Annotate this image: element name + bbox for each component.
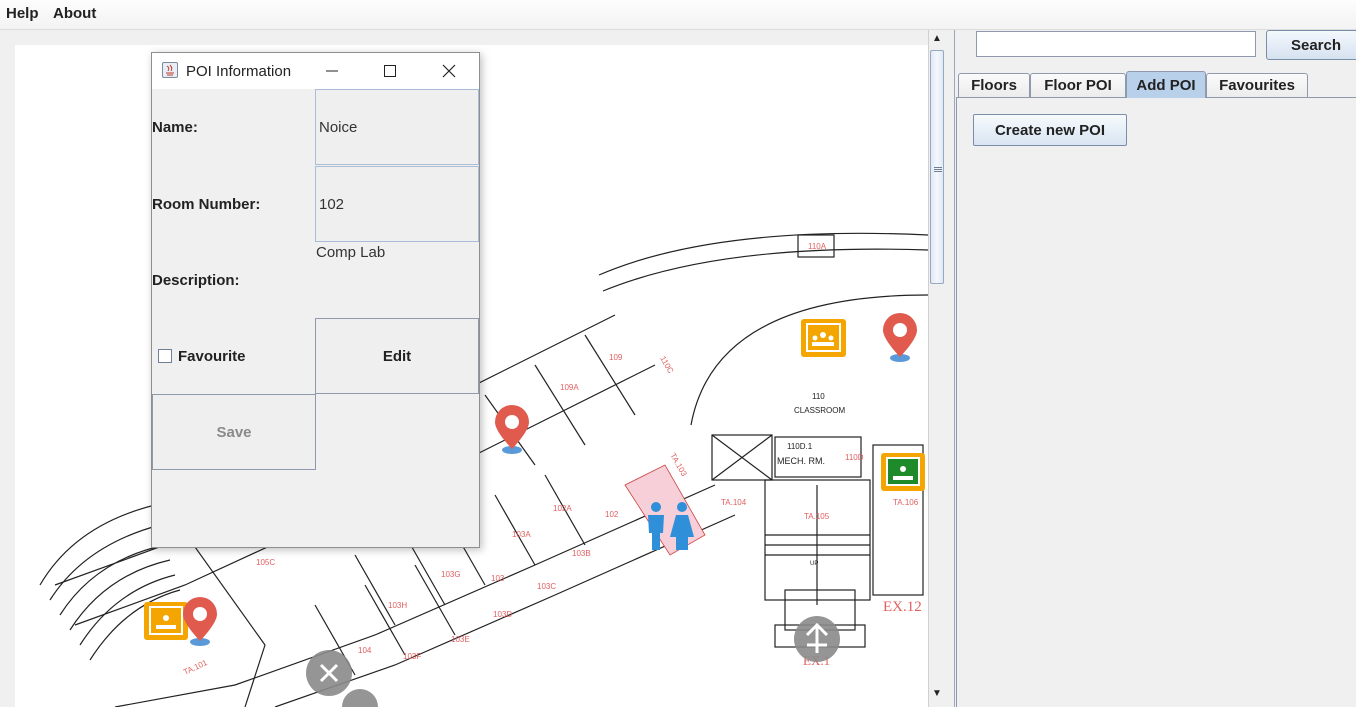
minimize-icon[interactable]: [312, 57, 352, 85]
add-poi-tab-content: Create new POI: [956, 98, 1356, 707]
label-103: 103: [491, 574, 505, 583]
java-app-icon: [162, 62, 178, 78]
dialog-title: POI Information: [186, 63, 292, 80]
label-103c: 103C: [537, 582, 556, 591]
create-new-poi-button[interactable]: Create new POI: [973, 114, 1127, 146]
tab-strip: Floors Floor POI Add POI Favourites: [956, 71, 1356, 98]
label-102a: 102A: [553, 504, 572, 513]
label-109a: 109A: [560, 383, 579, 392]
description-field[interactable]: Comp Lab: [316, 244, 385, 261]
location-pin-icon[interactable]: [495, 405, 529, 454]
scroll-up-arrow-icon[interactable]: ▲: [932, 33, 942, 44]
label-mech: MECH. RM.: [777, 456, 825, 466]
label-ta104: TA.104: [721, 498, 747, 507]
exit-icon[interactable]: [794, 616, 840, 662]
label-103e: 103E: [451, 635, 470, 644]
classroom-poi-icon[interactable]: [881, 453, 925, 491]
label-110d1: 110D.1: [787, 442, 813, 451]
close-icon[interactable]: [429, 57, 469, 85]
room-number-field[interactable]: 102: [315, 166, 479, 242]
poi-information-dialog: POI Information Name: Noice Room Number:…: [151, 52, 480, 548]
edit-button[interactable]: Edit: [315, 318, 479, 394]
grip-line: [934, 169, 942, 170]
label-ex12: EX.12: [883, 599, 922, 615]
label-104: 104: [358, 646, 372, 655]
label-109: 109: [609, 353, 623, 362]
label-110d: 110D: [845, 453, 864, 462]
label-103a: 103A: [512, 530, 531, 539]
label-up: UP: [810, 561, 818, 567]
label-110: 110: [812, 392, 825, 401]
name-field[interactable]: Noice: [315, 89, 479, 165]
maximize-icon[interactable]: [370, 57, 410, 85]
favourite-label: Favourite: [178, 348, 246, 365]
label-ta106: TA.106: [893, 498, 919, 507]
label-103g: 103G: [441, 570, 461, 579]
label-103f: 103F: [403, 652, 421, 661]
tab-floor-poi[interactable]: Floor POI: [1030, 73, 1126, 97]
scroll-down-arrow-icon[interactable]: ▼: [932, 688, 942, 699]
grip-line: [934, 171, 942, 172]
favourite-checkbox[interactable]: [158, 349, 172, 363]
menu-help[interactable]: Help: [6, 5, 39, 22]
exit-icon[interactable]: [306, 650, 352, 696]
label-103b: 103B: [572, 549, 591, 558]
label-102: 102: [605, 510, 619, 519]
tab-favourites[interactable]: Favourites: [1206, 73, 1308, 97]
map-vertical-scrollbar[interactable]: ▲ ▼: [928, 30, 946, 707]
location-pin-icon[interactable]: [183, 597, 217, 646]
exit-icon[interactable]: [342, 689, 378, 707]
side-panel: Search Floors Floor POI Add POI Favourit…: [956, 30, 1356, 707]
classroom-poi-icon[interactable]: [801, 319, 846, 357]
label-classroom: CLASSROOM: [794, 406, 845, 415]
dialog-titlebar[interactable]: POI Information: [152, 53, 479, 89]
scrollbar-thumb[interactable]: [930, 50, 944, 284]
washroom-area: [624, 464, 706, 556]
label-105c: 105C: [256, 558, 275, 567]
label-ta103: TA.103: [668, 452, 689, 479]
label-ta101: TA.101: [182, 658, 209, 677]
label-103d: 103D: [493, 610, 512, 619]
name-label: Name:: [152, 119, 198, 136]
description-label: Description:: [152, 272, 240, 289]
label-110c: 110C: [658, 355, 675, 376]
location-pin-icon[interactable]: [883, 313, 917, 362]
menu-bar: Help About: [0, 0, 1356, 30]
save-button[interactable]: Save: [152, 394, 316, 470]
label-110a: 110A: [808, 242, 827, 251]
grip-line: [934, 167, 942, 168]
search-button[interactable]: Search: [1266, 30, 1356, 60]
split-pane-divider[interactable]: [945, 30, 955, 707]
tab-floors[interactable]: Floors: [958, 73, 1030, 97]
tab-add-poi[interactable]: Add POI: [1126, 71, 1206, 98]
label-103h: 103H: [388, 601, 407, 610]
room-number-label: Room Number:: [152, 196, 261, 213]
label-ta105: TA.105: [804, 512, 830, 521]
menu-about[interactable]: About: [53, 5, 96, 22]
classroom-poi-icon[interactable]: [144, 602, 188, 640]
search-input[interactable]: [976, 31, 1256, 57]
